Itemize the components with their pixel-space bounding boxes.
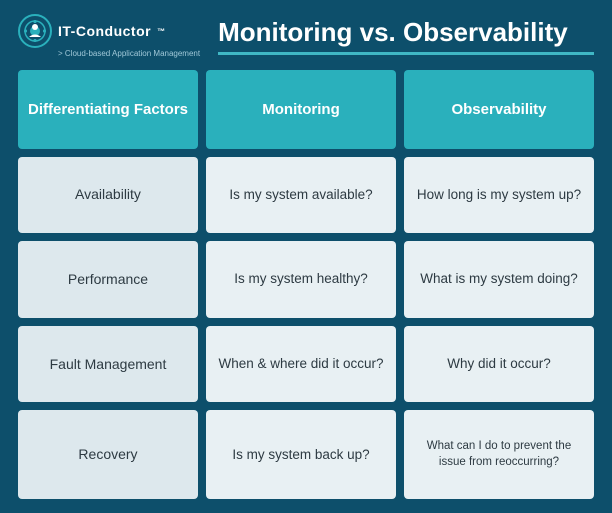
monitoring-fault-management: When & where did it occur? xyxy=(206,326,396,403)
observability-availability: How long is my system up? xyxy=(404,157,594,234)
logo-box: IT-Conductor ™ xyxy=(18,14,166,48)
logo-icon xyxy=(18,14,52,48)
monitoring-availability: Is my system available? xyxy=(206,157,396,234)
factor-performance: Performance xyxy=(18,241,198,318)
factor-recovery: Recovery xyxy=(18,410,198,499)
observability-fault-management: Why did it occur? xyxy=(404,326,594,403)
factor-fault-management: Fault Management xyxy=(18,326,198,403)
logo-name: IT-Conductor xyxy=(58,23,151,39)
observability-recovery: What can I do to prevent the issue from … xyxy=(404,410,594,499)
logo-tm: ™ xyxy=(157,27,166,36)
page-container: IT-Conductor ™ > Cloud-based Application… xyxy=(0,0,612,513)
observability-performance: What is my system doing? xyxy=(404,241,594,318)
factor-availability: Availability xyxy=(18,157,198,234)
col-header-observability: Observability xyxy=(404,70,594,149)
col-header-factors: Differentiating Factors xyxy=(18,70,198,149)
logo-area: IT-Conductor ™ > Cloud-based Application… xyxy=(18,14,200,58)
page-title: Monitoring vs. Observability xyxy=(218,17,594,55)
monitoring-recovery: Is my system back up? xyxy=(206,410,396,499)
col-header-monitoring: Monitoring xyxy=(206,70,396,149)
header: IT-Conductor ™ > Cloud-based Application… xyxy=(18,14,594,58)
monitoring-performance: Is my system healthy? xyxy=(206,241,396,318)
comparison-table: Differentiating Factors Monitoring Obser… xyxy=(18,70,594,499)
logo-sub: > Cloud-based Application Management xyxy=(58,49,200,58)
